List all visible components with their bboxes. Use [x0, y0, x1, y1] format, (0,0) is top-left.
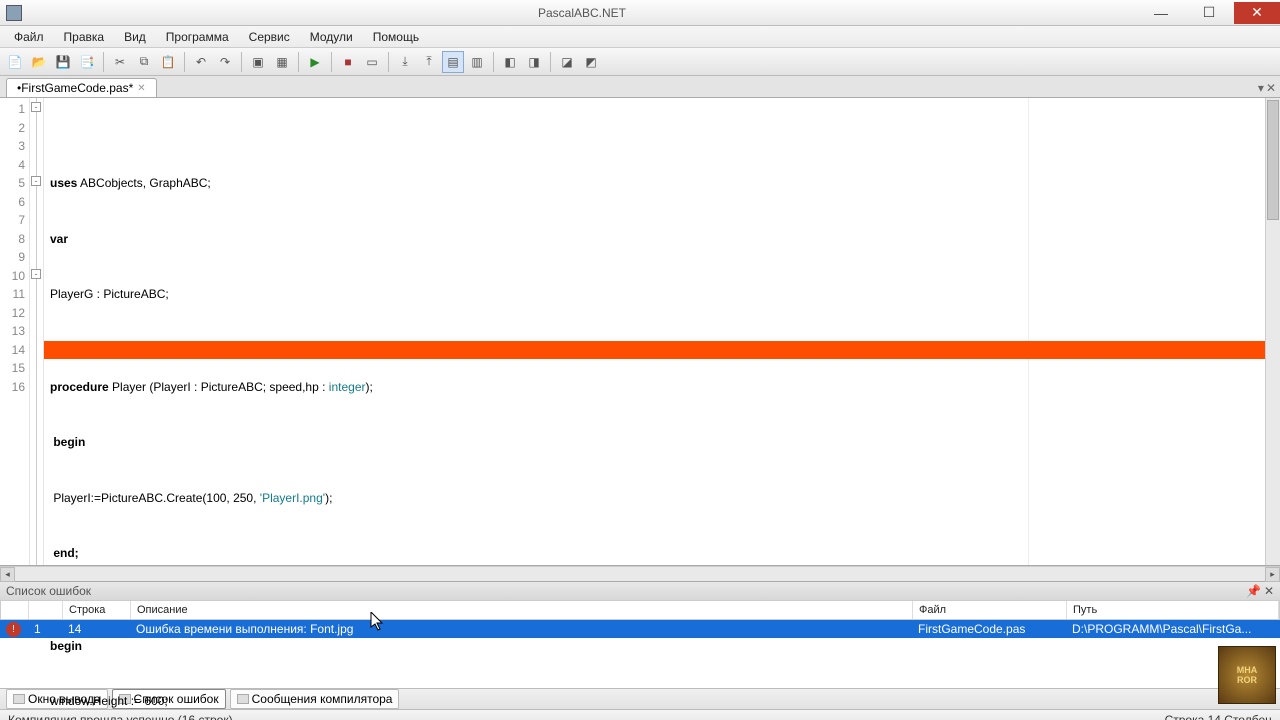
- error-highlight: [44, 341, 1280, 360]
- run-icon[interactable]: ▶: [304, 51, 326, 73]
- menu-service[interactable]: Сервис: [241, 28, 298, 46]
- title-bar: PascalABC.NET — ☐ ✕: [0, 0, 1280, 26]
- save-icon[interactable]: 💾: [52, 51, 74, 73]
- toolbar-icon[interactable]: ▥: [466, 51, 488, 73]
- toolbar-icon[interactable]: ▭: [361, 51, 383, 73]
- error-file: FirstGameCode.pas: [912, 620, 1066, 638]
- tab-close-icon[interactable]: ✕: [137, 83, 145, 94]
- copy-icon[interactable]: ⧉: [133, 51, 155, 73]
- minimize-button[interactable]: —: [1138, 2, 1184, 24]
- open-file-icon[interactable]: 📂: [28, 51, 50, 73]
- undo-icon[interactable]: ↶: [190, 51, 212, 73]
- toolbar: 📄 📂 💾 📑 ✂ ⧉ 📋 ↶ ↷ ▣ ▦ ▶ ■ ▭ ⤓ ⤒ ▤ ▥ ◧ ◨ …: [0, 48, 1280, 76]
- output-icon: [13, 694, 25, 704]
- window-buttons: — ☐ ✕: [1136, 2, 1280, 24]
- window-title: PascalABC.NET: [28, 6, 1136, 20]
- watermark-logo: MHAROR: [1218, 646, 1276, 704]
- toolbar-icon[interactable]: ◧: [499, 51, 521, 73]
- error-path: D:\PROGRAMM\Pascal\FirstGa...: [1066, 620, 1280, 638]
- toolbar-separator: [493, 52, 494, 72]
- col-icon[interactable]: [1, 601, 29, 619]
- error-row[interactable]: ! 1 14 Ошибка времени выполнения: Font.j…: [0, 620, 1280, 638]
- toolbar-icon[interactable]: ▣: [247, 51, 269, 73]
- menu-bar: Файл Правка Вид Программа Сервис Модули …: [0, 26, 1280, 48]
- toolbar-icon[interactable]: ◩: [580, 51, 602, 73]
- toolbar-separator: [388, 52, 389, 72]
- fold-icon[interactable]: -: [31, 102, 41, 112]
- tab-label: •FirstGameCode.pas*: [17, 81, 133, 95]
- step-icon[interactable]: ⤒: [418, 51, 440, 73]
- toolbar-icon-active[interactable]: ▤: [442, 51, 464, 73]
- toolbar-separator: [298, 52, 299, 72]
- error-index: 1: [28, 620, 62, 638]
- toolbar-icon[interactable]: ▦: [271, 51, 293, 73]
- editor-tabs: •FirstGameCode.pas* ✕ ▾ ✕: [0, 76, 1280, 98]
- line-gutter: 1234 5678 9101112 13141516: [0, 98, 30, 565]
- save-all-icon[interactable]: 📑: [76, 51, 98, 73]
- redo-icon[interactable]: ↷: [214, 51, 236, 73]
- error-line: 14: [62, 620, 130, 638]
- menu-edit[interactable]: Правка: [56, 28, 113, 46]
- cut-icon[interactable]: ✂: [109, 51, 131, 73]
- code-editor[interactable]: 1234 5678 9101112 13141516 - - - uses AB…: [0, 98, 1280, 566]
- fold-icon[interactable]: -: [31, 176, 41, 186]
- close-button[interactable]: ✕: [1234, 2, 1280, 24]
- menu-program[interactable]: Программа: [158, 28, 237, 46]
- fold-icon[interactable]: -: [31, 269, 41, 279]
- stop-icon[interactable]: ■: [337, 51, 359, 73]
- menu-view[interactable]: Вид: [116, 28, 154, 46]
- file-tab[interactable]: •FirstGameCode.pas* ✕: [6, 78, 157, 97]
- error-icon: !: [6, 622, 21, 637]
- toolbar-separator: [184, 52, 185, 72]
- paste-icon[interactable]: 📋: [157, 51, 179, 73]
- tab-close-all-icon[interactable]: ✕: [1266, 81, 1276, 95]
- scroll-left-icon[interactable]: ◂: [0, 567, 15, 582]
- toolbar-icon[interactable]: ◨: [523, 51, 545, 73]
- app-icon: [6, 5, 22, 21]
- step-icon[interactable]: ⤓: [394, 51, 416, 73]
- toolbar-icon[interactable]: ◪: [556, 51, 578, 73]
- toolbar-separator: [331, 52, 332, 72]
- menu-modules[interactable]: Модули: [302, 28, 361, 46]
- error-desc: Ошибка времени выполнения: Font.jpg: [130, 620, 912, 638]
- menu-file[interactable]: Файл: [6, 28, 52, 46]
- fold-column: - - -: [30, 98, 44, 565]
- menu-help[interactable]: Помощь: [365, 28, 427, 46]
- maximize-button[interactable]: ☐: [1186, 2, 1232, 24]
- toolbar-separator: [103, 52, 104, 72]
- toolbar-separator: [241, 52, 242, 72]
- new-file-icon[interactable]: 📄: [4, 51, 26, 73]
- tab-dropdown-icon[interactable]: ▾: [1258, 81, 1264, 95]
- tab-controls: ▾ ✕: [1254, 79, 1280, 97]
- code-area[interactable]: uses ABCobjects, GraphABC; var PlayerG :…: [44, 98, 1280, 565]
- toolbar-separator: [550, 52, 551, 72]
